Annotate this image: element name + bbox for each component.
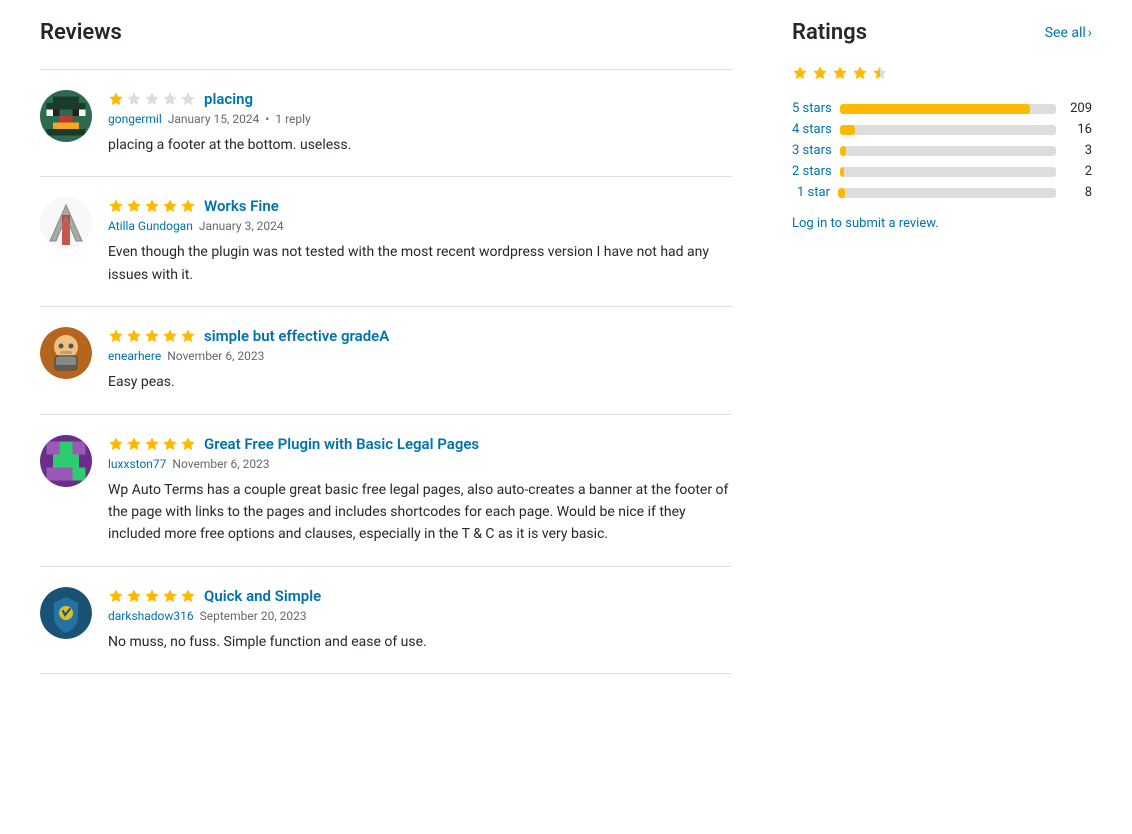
star-label[interactable]: 1 star	[792, 185, 830, 200]
review-meta: gongermil January 15, 2024• 1 reply	[108, 112, 732, 126]
review-item: Great Free Plugin with Basic Legal Pages…	[40, 415, 732, 567]
reviewer-name[interactable]: Atilla Gundogan	[108, 219, 193, 233]
review-stars	[108, 198, 196, 214]
reviewer-name[interactable]: enearhere	[108, 349, 161, 363]
review-item: Works Fine Atilla Gundogan January 3, 20…	[40, 177, 732, 307]
review-title[interactable]: placing	[204, 90, 253, 108]
bar-fill	[838, 188, 845, 198]
reviewer-avatar	[40, 587, 92, 639]
rating-bar-row: 1 star 8	[792, 185, 1092, 200]
log-in-text: Log in to submit a review.	[792, 216, 1092, 231]
review-body: No muss, no fuss. Simple function and ea…	[108, 631, 732, 653]
review-content: Quick and Simple darkshadow316 September…	[108, 587, 732, 653]
star-label[interactable]: 2 stars	[792, 164, 832, 179]
star-label[interactable]: 3 stars	[792, 143, 832, 158]
bar-track	[840, 104, 1056, 114]
review-body: Even though the plugin was not tested wi…	[108, 241, 732, 286]
bar-count: 209	[1064, 101, 1092, 116]
review-item: simple but effective gradeA enearhere No…	[40, 307, 732, 414]
bar-fill	[840, 167, 844, 177]
rating-bar-row: 2 stars 2	[792, 164, 1092, 179]
review-meta: Atilla Gundogan January 3, 2024	[108, 219, 732, 233]
review-date: November 6, 2023	[172, 457, 269, 471]
star-label[interactable]: 5 stars	[792, 101, 832, 116]
ratings-title: Ratings	[792, 20, 867, 45]
review-stars	[108, 91, 196, 107]
rating-bar-row: 3 stars 3	[792, 143, 1092, 158]
review-date: January 3, 2024	[199, 219, 284, 233]
bar-track	[840, 125, 1056, 135]
review-title[interactable]: simple but effective gradeA	[204, 327, 389, 345]
reply-count: 1 reply	[275, 112, 310, 126]
rating-bar-row: 4 stars 16	[792, 122, 1092, 137]
review-stars	[108, 328, 196, 344]
reviewer-avatar	[40, 197, 92, 249]
review-meta: enearhere November 6, 2023	[108, 349, 732, 363]
reviewer-avatar	[40, 435, 92, 487]
reviewer-name[interactable]: gongermil	[108, 112, 162, 126]
bar-count: 3	[1064, 143, 1092, 158]
reviewer-avatar	[40, 327, 92, 379]
log-in-link[interactable]: Log in to submit a review.	[792, 216, 939, 231]
see-all-link[interactable]: See all ›	[1045, 25, 1092, 41]
reviewer-name[interactable]: darkshadow316	[108, 609, 194, 623]
review-content: simple but effective gradeA enearhere No…	[108, 327, 732, 393]
review-header: Quick and Simple	[108, 587, 732, 605]
review-body: Easy peas.	[108, 371, 732, 393]
review-body: placing a footer at the bottom. useless.	[108, 134, 732, 156]
review-content: Works Fine Atilla Gundogan January 3, 20…	[108, 197, 732, 286]
review-header: Great Free Plugin with Basic Legal Pages	[108, 435, 732, 453]
star-label[interactable]: 4 stars	[792, 122, 832, 137]
review-stars	[108, 588, 196, 604]
review-stars	[108, 436, 196, 452]
bar-fill	[840, 104, 1030, 114]
bar-count: 16	[1064, 122, 1092, 137]
rating-bar-row: 5 stars 209	[792, 101, 1092, 116]
review-content: Great Free Plugin with Basic Legal Pages…	[108, 435, 732, 546]
review-item: Quick and Simple darkshadow316 September…	[40, 567, 732, 674]
bar-count: 8	[1064, 185, 1092, 200]
review-header: simple but effective gradeA	[108, 327, 732, 345]
review-title[interactable]: Great Free Plugin with Basic Legal Pages	[204, 435, 479, 453]
review-meta: darkshadow316 September 20, 2023	[108, 609, 732, 623]
review-item: placing gongermil January 15, 2024• 1 re…	[40, 69, 732, 177]
bar-track	[840, 146, 1056, 156]
reviews-title: Reviews	[40, 20, 732, 45]
review-title[interactable]: Quick and Simple	[204, 587, 321, 605]
review-body: Wp Auto Terms has a couple great basic f…	[108, 479, 732, 546]
bar-track	[840, 167, 1056, 177]
reviewer-name[interactable]: luxxston77	[108, 457, 166, 471]
review-date: November 6, 2023	[167, 349, 264, 363]
bar-fill	[840, 125, 855, 135]
review-date: September 20, 2023	[200, 609, 307, 623]
review-meta: luxxston77 November 6, 2023	[108, 457, 732, 471]
bar-track	[838, 188, 1056, 198]
review-header: Works Fine	[108, 197, 732, 215]
review-title[interactable]: Works Fine	[204, 197, 279, 215]
bar-count: 2	[1064, 164, 1092, 179]
bar-fill	[840, 146, 846, 156]
reviewer-avatar	[40, 90, 92, 142]
review-date: January 15, 2024	[168, 112, 260, 126]
review-content: placing gongermil January 15, 2024• 1 re…	[108, 90, 732, 156]
overall-stars	[792, 65, 1092, 81]
review-header: placing	[108, 90, 732, 108]
